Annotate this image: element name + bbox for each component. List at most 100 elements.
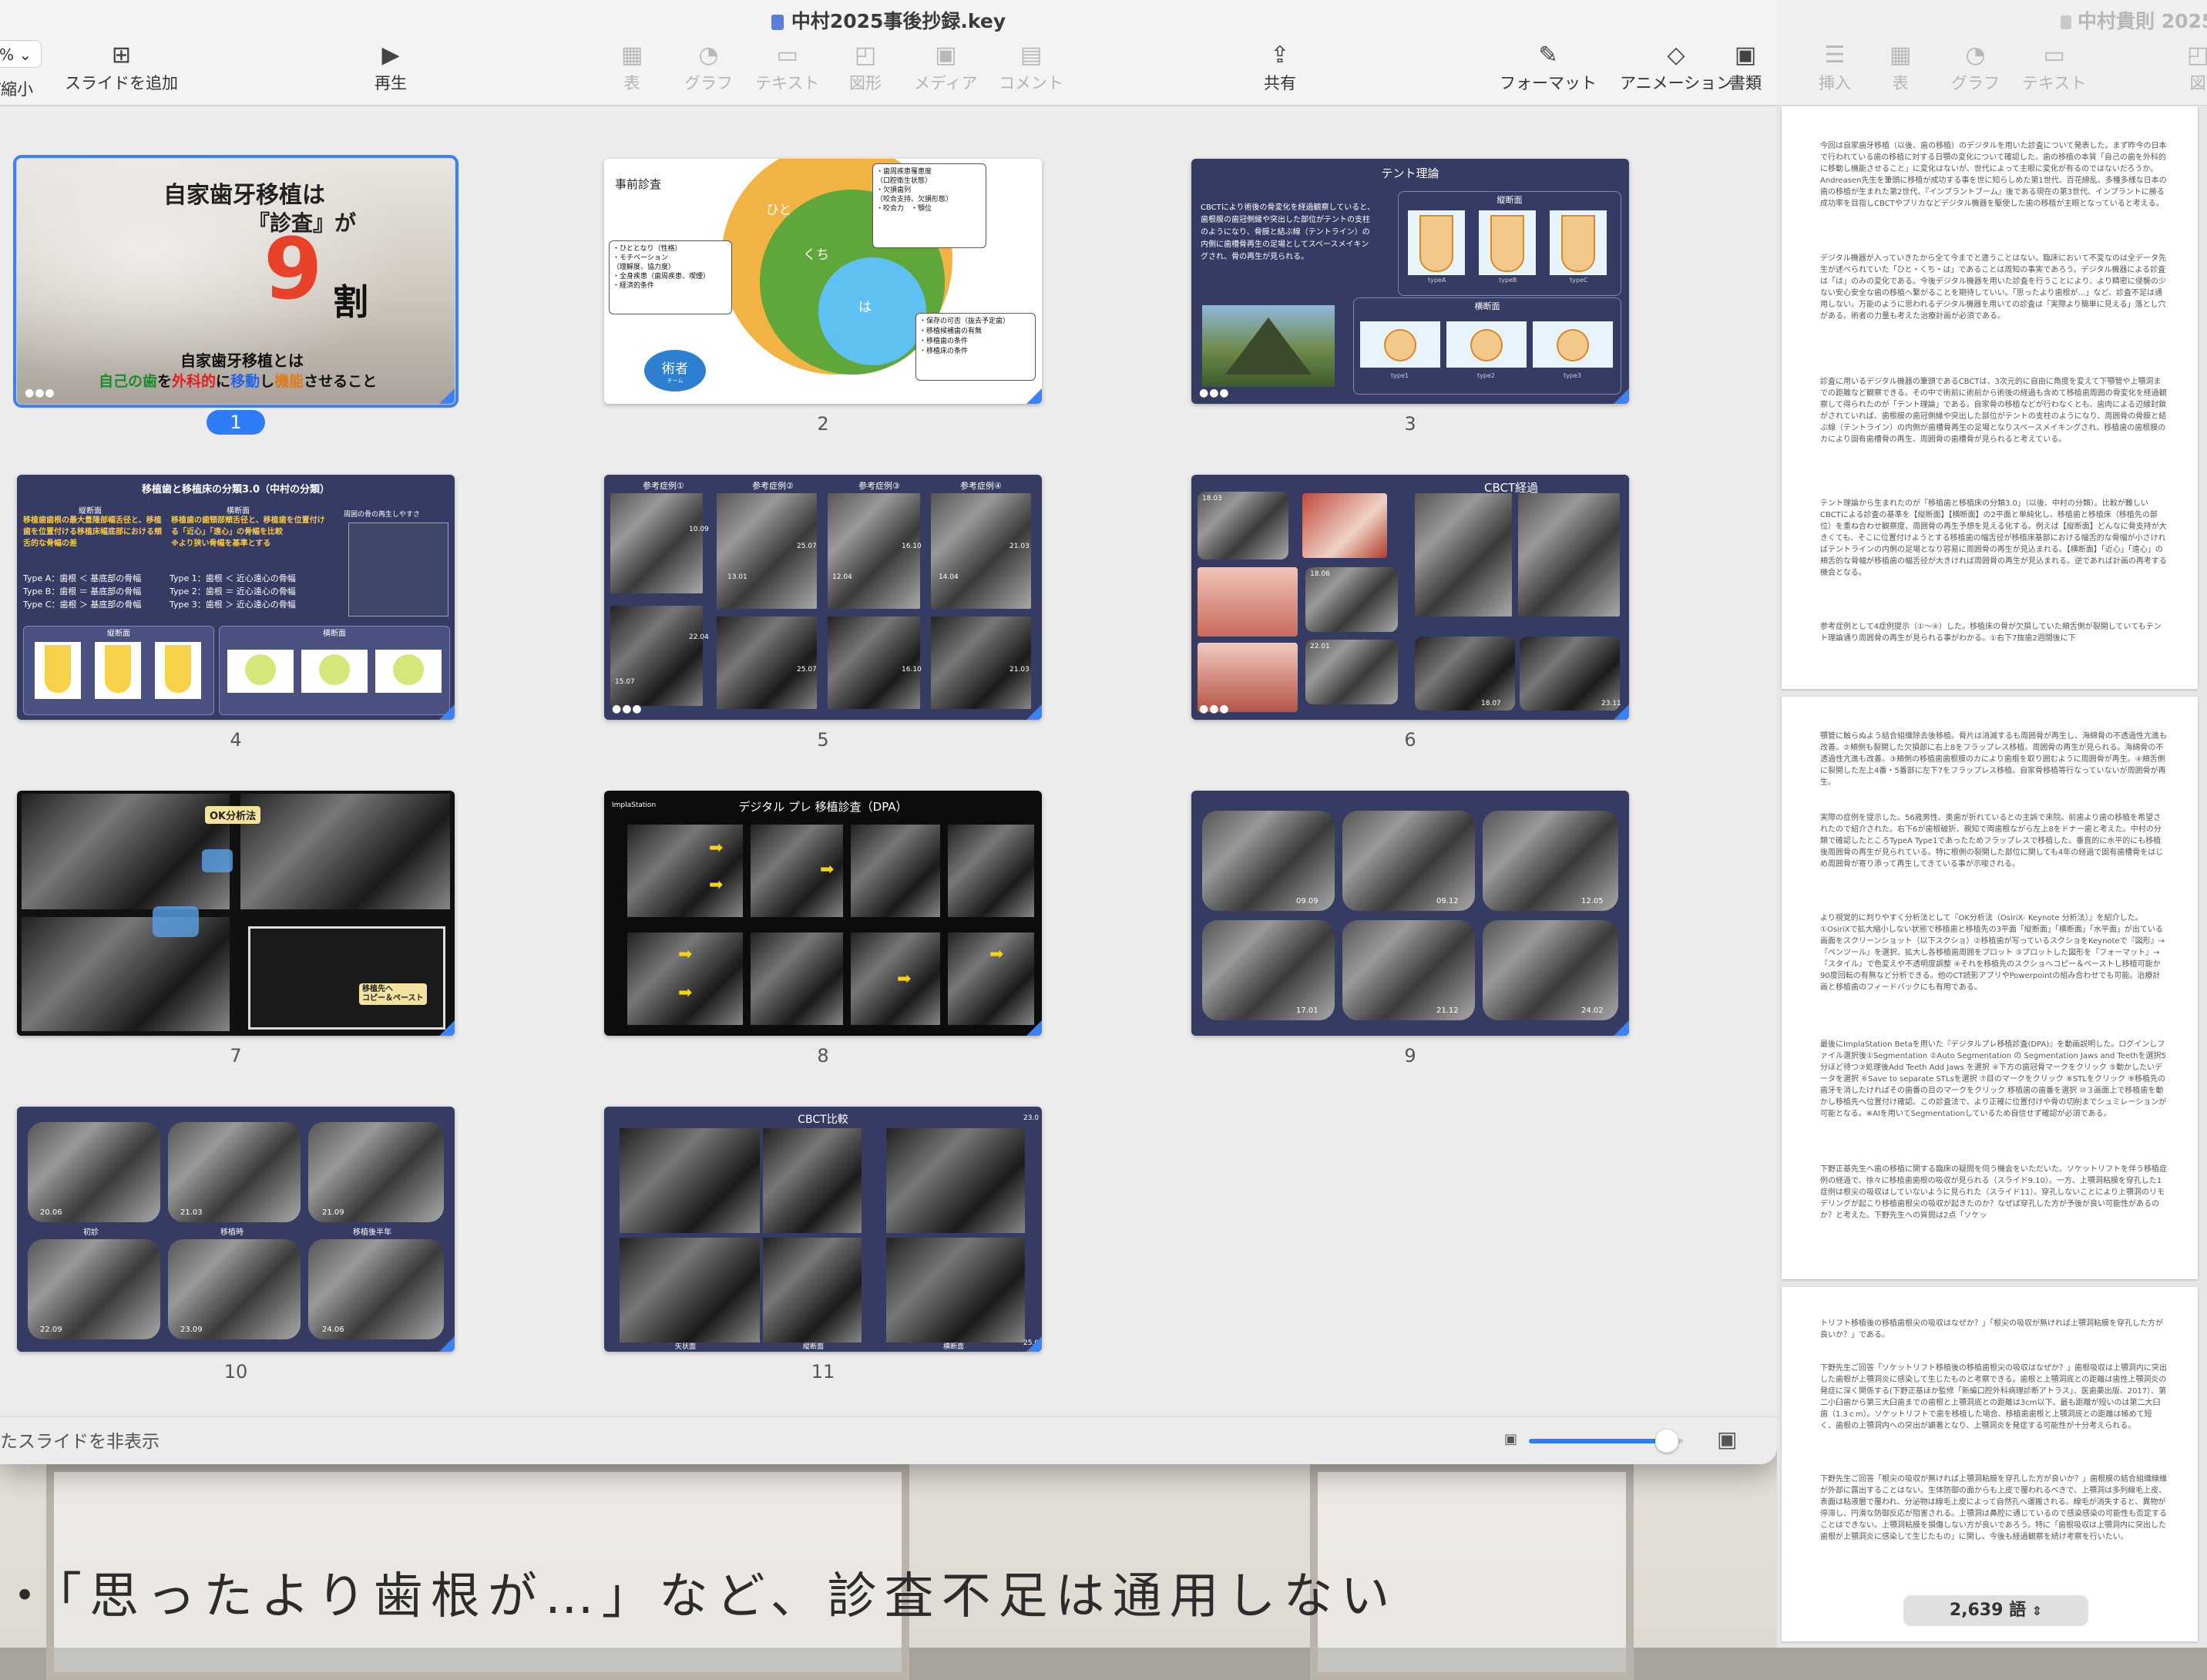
paragraph-1: 今回は自家歯牙移植（以後、歯の移植）のデジタルを用いた診査について発表した。まず… (1820, 142, 2167, 208)
small-thumbnail-icon[interactable]: ▣ (1504, 1431, 1517, 1447)
slide-thumbnail-11[interactable]: CBCT比較 矢状面 縦断面 横断面 23.0 25.0 (604, 1107, 1042, 1352)
slide-1-tag-a: 自己の歯 (99, 373, 158, 390)
slide-thumbnail-1[interactable]: 自家歯牙移植は 『診査』が 9 割 自家歯牙移植とは 自己の歯を外科的に移動し機… (13, 155, 459, 408)
media-button[interactable]: ▣ メディア (914, 40, 978, 94)
text-box-icon: ▭ (776, 42, 798, 69)
document-page-3[interactable]: トリフト移植後の移植歯根尖の吸収はなぜか？」「根尖の吸収が無ければ上顎洞粘膜を穿… (1782, 1287, 2198, 1641)
slide-10-transition-marker (439, 1336, 455, 1352)
slide-thumbnail-3[interactable]: テント理論 CBCTにより術後の骨変化を経過観察していると、歯根膜の歯冠側縁や突… (1191, 159, 1629, 404)
format-button[interactable]: ✎ フォーマット (1500, 40, 1597, 94)
slide-5-date: 14.04 (939, 573, 959, 581)
pages-shape-label: 図 (2189, 74, 2206, 92)
slide-9-xray-5 (1342, 920, 1475, 1020)
paragraph-4: テント理論から生まれたのが「移植歯と移植床の分類3.0」（以後、中村の分類）。比… (1820, 499, 2167, 577)
slide-9-date: 12.05 (1581, 897, 1604, 906)
slide-thumbnail-6[interactable]: CBCT経過 18.03 18.06 22.01 18.07 23.11 ●●● (1191, 475, 1629, 720)
play-button[interactable]: ▶ 再生 (375, 40, 407, 94)
chart-button[interactable]: ◔ グラフ (684, 40, 733, 94)
slide-6-date: 18.07 (1481, 700, 1501, 707)
share-button[interactable]: ⇪ 共有 (1264, 40, 1296, 94)
shape-button[interactable]: ◰ 図形 (849, 40, 882, 94)
word-count-button[interactable]: 2,639 語 ⇕ (1903, 1595, 2088, 1626)
slide-6-cbct-1 (1415, 493, 1512, 617)
thumbnail-size-slider[interactable] (1529, 1430, 1683, 1453)
keynote-document-icon (771, 15, 784, 30)
slide-10-xray-1 (28, 1122, 160, 1222)
slide-10-date: 21.03 (180, 1208, 203, 1217)
tooth-icon (1419, 215, 1453, 272)
chart-icon: ◔ (698, 42, 719, 69)
slide-number-7: 7 (17, 1045, 455, 1067)
slide-3-typeA-figure (1408, 210, 1465, 275)
document-page-1[interactable]: 今回は自家歯牙移植（以後、歯の移植）のデジタルを用いた診査について発表した。まず… (1782, 106, 2198, 689)
slide-9-date: 17.01 (1296, 1006, 1318, 1015)
slide-2-ha-label: は (858, 300, 872, 315)
slide-6-date: 18.06 (1310, 570, 1330, 578)
table-icon: ▦ (621, 42, 643, 69)
slide-4-figB (95, 642, 141, 699)
slide-number-3: 3 (1191, 413, 1629, 435)
slide-thumbnail-7[interactable]: OK分析法 移植先へ コピー＆ペースト (17, 791, 455, 1036)
document-page-2[interactable]: 顎管に触らぬよう結合組織除去後移植。骨片は消滅するも周囲骨が再生し、海綿骨の不透… (1782, 697, 2198, 1279)
slide-3-title: テント理論 (1381, 166, 1439, 180)
slide-4-type3: Type 3：歯根 ＞ 近心遠心の骨幅 (170, 600, 296, 610)
slide-5-xray-2 (717, 493, 817, 609)
slide-thumbnail-8[interactable]: ImplaStation デジタル プレ 移植診査（DPA） ➡ ➡ ➡ ➡ ➡… (604, 791, 1042, 1036)
slide-5-case-3: 参考症例③ (858, 481, 900, 491)
pages-shape-button[interactable]: ◰ 図 (2187, 40, 2207, 94)
pages-toolbar: 中村貴則 2025 ☰ 挿入 ▦ 表 ◔ グラフ ▭ テキスト ◰ 図 (1777, 0, 2207, 106)
hide-skipped-slides-toggle[interactable]: たスライドを非表示 (0, 1426, 160, 1453)
slide-10-date: 20.06 (40, 1208, 62, 1217)
insert-button[interactable]: ☰ 挿入 (1819, 40, 1851, 94)
slide-4-text2: 移植歯の歯頸部頬舌径と、移植歯を位置付ける「近心」「遠心」の骨幅を比較 ※より狭… (171, 516, 325, 548)
slide-10-xray-3 (308, 1122, 444, 1222)
slide-thumbnail-2[interactable]: 事前診査 ひと くち は ・歯周疾患罹患度 （口腔衛生状態） ・欠損歯列 （咬合… (604, 159, 1042, 404)
slide-10-xray-6 (308, 1239, 444, 1339)
text-button[interactable]: ▭ テキスト (755, 40, 819, 94)
paragraph-8: より視覚的に判りやすく分析法として『OK分析法（OsiriX- Keynote … (1820, 914, 2165, 992)
slide-5-build-dots: ●●● (612, 703, 643, 715)
slide-4-transition-marker (439, 704, 455, 720)
slide-number-10: 10 (17, 1361, 455, 1383)
table-button[interactable]: ▦ 表 (621, 40, 643, 94)
slide-9-date: 24.02 (1581, 1006, 1604, 1015)
pages-table-button[interactable]: ▦ 表 (1890, 40, 1911, 94)
slide-thumbnail-10[interactable]: 20.06 21.03 21.09 22.09 23.09 24.06 初診 移… (17, 1107, 455, 1352)
slide-11-caption: 縦断面 (803, 1343, 825, 1351)
animate-button[interactable]: ◇ アニメーション (1620, 40, 1732, 94)
slide-4-text1: 移植歯歯根の最大豊隆部幅舌径と、移植歯を位置付ける移植床幅底部における頬舌的な骨… (23, 516, 162, 548)
slide-8-step-4 (948, 825, 1034, 917)
slide-3-type1-label: type1 (1391, 372, 1409, 379)
slide-4-col3-header: 周囲の骨の再生しやすさ (344, 511, 420, 519)
slide-thumbnail-4[interactable]: 移植歯と移植床の分類3.0（中村の分類） 縦断面 横断面 周囲の骨の再生しやすさ… (17, 475, 455, 720)
slide-1-title-line1: 自家歯牙移植は (163, 182, 325, 209)
slide-thumbnail-9[interactable]: 09.09 09.12 12.05 17.01 21.12 24.02 (1191, 791, 1629, 1036)
slide-3-typeC-label: typeC (1570, 277, 1588, 284)
slider-knob[interactable] (1655, 1430, 1678, 1453)
zoom-select[interactable]: % ⌄ (0, 40, 42, 68)
document-button[interactable]: ▣ 書類 (1729, 40, 1762, 94)
slide-5-date: 13.01 (727, 573, 747, 581)
shape-label: 図形 (849, 74, 882, 92)
slide-2-title: 事前診査 (615, 177, 662, 191)
slide-11-axial-1 (886, 1128, 1025, 1233)
slide-1-build-dots: ●●● (25, 387, 55, 399)
slide-11-caption: 横断面 (943, 1343, 965, 1351)
slide-10-xray-5 (168, 1239, 301, 1339)
slide-thumbnail-5[interactable]: 参考症例① 参考症例② 参考症例③ 参考症例④ 10.09 25.07 16.1… (604, 475, 1042, 720)
slide-8-step-6 (751, 932, 843, 1025)
slide-9-date: 09.12 (1436, 897, 1459, 906)
arrow-right-icon: ➡ (989, 945, 1004, 964)
pages-chart-button[interactable]: ◔ グラフ (1951, 40, 2000, 94)
slide-3-typeB-figure (1479, 210, 1536, 275)
comment-button[interactable]: ▤ コメント (999, 40, 1063, 94)
slide-9-transition-marker (1614, 1020, 1629, 1036)
slide-6-cbct-2 (1518, 493, 1620, 617)
add-slide-button[interactable]: ⊞ スライドを追加 (65, 40, 178, 94)
pages-text-button[interactable]: ▭ テキスト (2022, 40, 2086, 94)
slide-1-big-suffix: 割 (333, 281, 368, 323)
large-thumbnail-icon[interactable]: ▣ (1717, 1426, 1737, 1452)
tooth-icon (1490, 215, 1524, 272)
slide-3-tent-photo (1202, 305, 1335, 387)
slide-5-xray-8 (931, 617, 1031, 709)
